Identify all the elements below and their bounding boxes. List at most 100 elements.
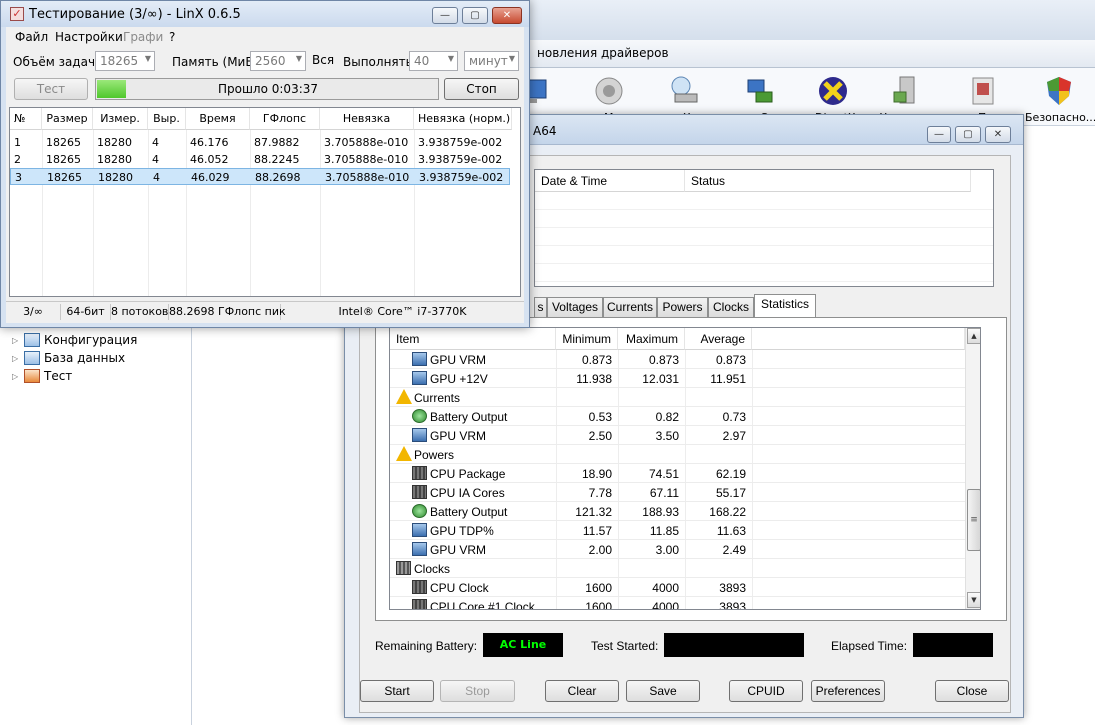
minimize-button[interactable]: — xyxy=(927,126,951,143)
log-column-status[interactable]: Status xyxy=(685,170,971,192)
clear-button[interactable]: Clear xyxy=(545,680,619,702)
scroll-thumb[interactable]: ≡ xyxy=(967,489,980,551)
close-window-button[interactable]: ✕ xyxy=(985,126,1011,143)
results-column-header[interactable]: Измер. xyxy=(93,108,148,130)
run-count-combo[interactable]: 40 ▼ xyxy=(409,51,458,71)
network-icon[interactable] xyxy=(742,74,776,108)
scroll-up-button[interactable]: ▲ xyxy=(967,328,980,344)
results-cell: 18265 xyxy=(46,136,81,149)
shield-icon[interactable] xyxy=(1042,74,1076,108)
log-column-datetime[interactable]: Date & Time xyxy=(535,170,685,192)
maximize-button[interactable]: ▢ xyxy=(955,126,981,143)
statistics-row[interactable]: GPU VRM 2.00 3.00 2.49 xyxy=(390,540,966,559)
results-row[interactable]: 2 18265 18280 4 46.052 88.2245 3.705888e-010 3.… xyxy=(10,151,510,168)
statistics-group-row[interactable]: ! Currents xyxy=(390,388,966,407)
run-unit-combo[interactable]: минут ▼ xyxy=(464,51,519,71)
event-log[interactable]: Date & Time Status xyxy=(534,169,994,287)
results-column-header[interactable]: Невязка xyxy=(320,108,414,130)
cell-item: GPU VRM xyxy=(430,429,487,443)
chip-icon xyxy=(412,485,427,499)
results-table[interactable]: № Размер Измер. Выр. Время ГФлопс Невязка Невяз… xyxy=(9,107,521,297)
menu-help[interactable]: ? xyxy=(169,30,175,44)
statistics-row[interactable]: GPU VRM 2.50 3.50 2.97 xyxy=(390,426,966,445)
tree-item-benchmark[interactable]: ▷ Тест xyxy=(12,367,72,385)
cell-min: 1600 xyxy=(585,600,612,610)
results-column-header[interactable]: ГФлопс xyxy=(250,108,320,130)
tree-item-database[interactable]: ▷ База данных xyxy=(12,349,125,367)
statistics-row[interactable]: GPU TDP% 11.57 11.85 11.63 xyxy=(390,521,966,540)
all-memory-button[interactable]: Вся xyxy=(312,53,334,67)
results-column-header[interactable]: № xyxy=(10,108,42,130)
chevron-down-icon[interactable]: ▼ xyxy=(448,54,454,63)
drive-icon[interactable] xyxy=(667,74,701,108)
cell-avg: 11.951 xyxy=(710,372,746,386)
menu-settings[interactable]: Настройки xyxy=(55,30,123,44)
tree-item-configuration[interactable]: ▷ Конфигурация xyxy=(12,331,137,349)
column-average[interactable]: Average xyxy=(685,328,752,350)
devices-icon[interactable] xyxy=(890,74,924,108)
chevron-down-icon[interactable]: ▼ xyxy=(296,54,302,63)
tab-temperatures[interactable]: s xyxy=(534,297,547,317)
tab-clocks[interactable]: Clocks xyxy=(708,297,754,317)
stop-test-button[interactable]: Стоп xyxy=(444,78,519,100)
preferences-button[interactable]: Preferences xyxy=(811,680,885,702)
cpuid-button[interactable]: CPUID xyxy=(729,680,803,702)
results-row[interactable]: 3 18265 18280 4 46.029 88.2698 3.705888e-010 3.… xyxy=(10,168,510,185)
linx-minimize-button[interactable]: — xyxy=(432,7,458,24)
linx-maximize-button[interactable]: ▢ xyxy=(462,7,488,24)
statistics-row[interactable]: CPU IA Cores 7.78 67.11 55.17 xyxy=(390,483,966,502)
statistics-group-row[interactable]: Clocks xyxy=(390,559,966,578)
programs-icon[interactable] xyxy=(966,74,1000,108)
column-item[interactable]: Item xyxy=(390,328,556,350)
tab-currents[interactable]: Currents xyxy=(603,297,657,317)
background-menu-item[interactable]: новления драйверов xyxy=(537,46,669,60)
start-button[interactable]: Start xyxy=(360,680,434,702)
statistics-row[interactable]: Battery Output 0.53 0.82 0.73 xyxy=(390,407,966,426)
linx-app-icon: ✓ xyxy=(10,7,24,21)
statistics-scrollbar[interactable]: ▲ ≡ ▼ xyxy=(965,328,980,609)
speaker-icon[interactable] xyxy=(592,74,626,108)
menu-graphs[interactable]: Графи xyxy=(123,30,163,44)
results-column-header[interactable]: Невязка (норм.) xyxy=(414,108,512,130)
statistics-table[interactable]: Item Minimum Maximum Average GPU VRM 0.87… xyxy=(389,327,981,610)
results-cell: 87.9882 xyxy=(254,136,300,149)
statistics-row[interactable]: CPU Core #1 Clock 1600 4000 3893 xyxy=(390,597,966,610)
tab-voltages[interactable]: Voltages xyxy=(547,297,603,317)
column-minimum[interactable]: Minimum xyxy=(556,328,618,350)
column-maximum[interactable]: Maximum xyxy=(618,328,685,350)
linx-close-button[interactable]: ✕ xyxy=(492,7,522,24)
statistics-row[interactable]: CPU Package 18.90 74.51 62.19 xyxy=(390,464,966,483)
tab-statistics[interactable]: Statistics xyxy=(754,294,816,318)
menu-file[interactable]: Файл xyxy=(15,30,48,44)
directx-icon[interactable] xyxy=(816,74,850,108)
results-row[interactable]: 1 18265 18280 4 46.176 87.9882 3.705888e-010 3.… xyxy=(10,134,510,151)
status-threads: 8 потоков xyxy=(111,304,169,320)
statistics-row[interactable]: GPU +12V 11.938 12.031 11.951 xyxy=(390,369,966,388)
chevron-down-icon[interactable]: ▼ xyxy=(145,54,151,63)
monitor-icon xyxy=(412,352,427,366)
chevron-down-icon[interactable]: ▼ xyxy=(509,54,515,63)
tab-powers[interactable]: Powers xyxy=(657,297,708,317)
results-column-header[interactable]: Выр. xyxy=(148,108,186,130)
save-button[interactable]: Save xyxy=(626,680,700,702)
results-column-header[interactable]: Время xyxy=(186,108,250,130)
expand-icon[interactable]: ▷ xyxy=(12,354,20,363)
stop-button[interactable]: Stop xyxy=(440,680,515,702)
results-cell: 18280 xyxy=(97,136,132,149)
linx-titlebar[interactable]: ✓ Тестирование (3/∞) - LinX 0.6.5 — ▢ ✕ xyxy=(1,1,529,27)
statistics-group-row[interactable]: ! Powers xyxy=(390,445,966,464)
problem-size-combo[interactable]: 18265 ▼ xyxy=(95,51,155,71)
results-column-header[interactable]: Размер xyxy=(42,108,93,130)
cell-max: 11.85 xyxy=(649,524,679,538)
memory-combo[interactable]: 2560 ▼ xyxy=(250,51,306,71)
statistics-row[interactable]: GPU VRM 0.873 0.873 0.873 xyxy=(390,350,966,369)
close-button[interactable]: Close xyxy=(935,680,1009,702)
test-button[interactable]: Тест xyxy=(14,78,88,100)
cell-item: GPU VRM xyxy=(430,353,487,367)
statistics-row[interactable]: CPU Clock 1600 4000 3893 xyxy=(390,578,966,597)
scroll-down-button[interactable]: ▼ xyxy=(967,592,980,608)
linx-client: Файл Настройки Графи ? Объём задачи: 182… xyxy=(6,27,524,323)
statistics-row[interactable]: Battery Output 121.32 188.93 168.22 xyxy=(390,502,966,521)
expand-icon[interactable]: ▷ xyxy=(12,372,20,381)
expand-icon[interactable]: ▷ xyxy=(12,336,20,345)
